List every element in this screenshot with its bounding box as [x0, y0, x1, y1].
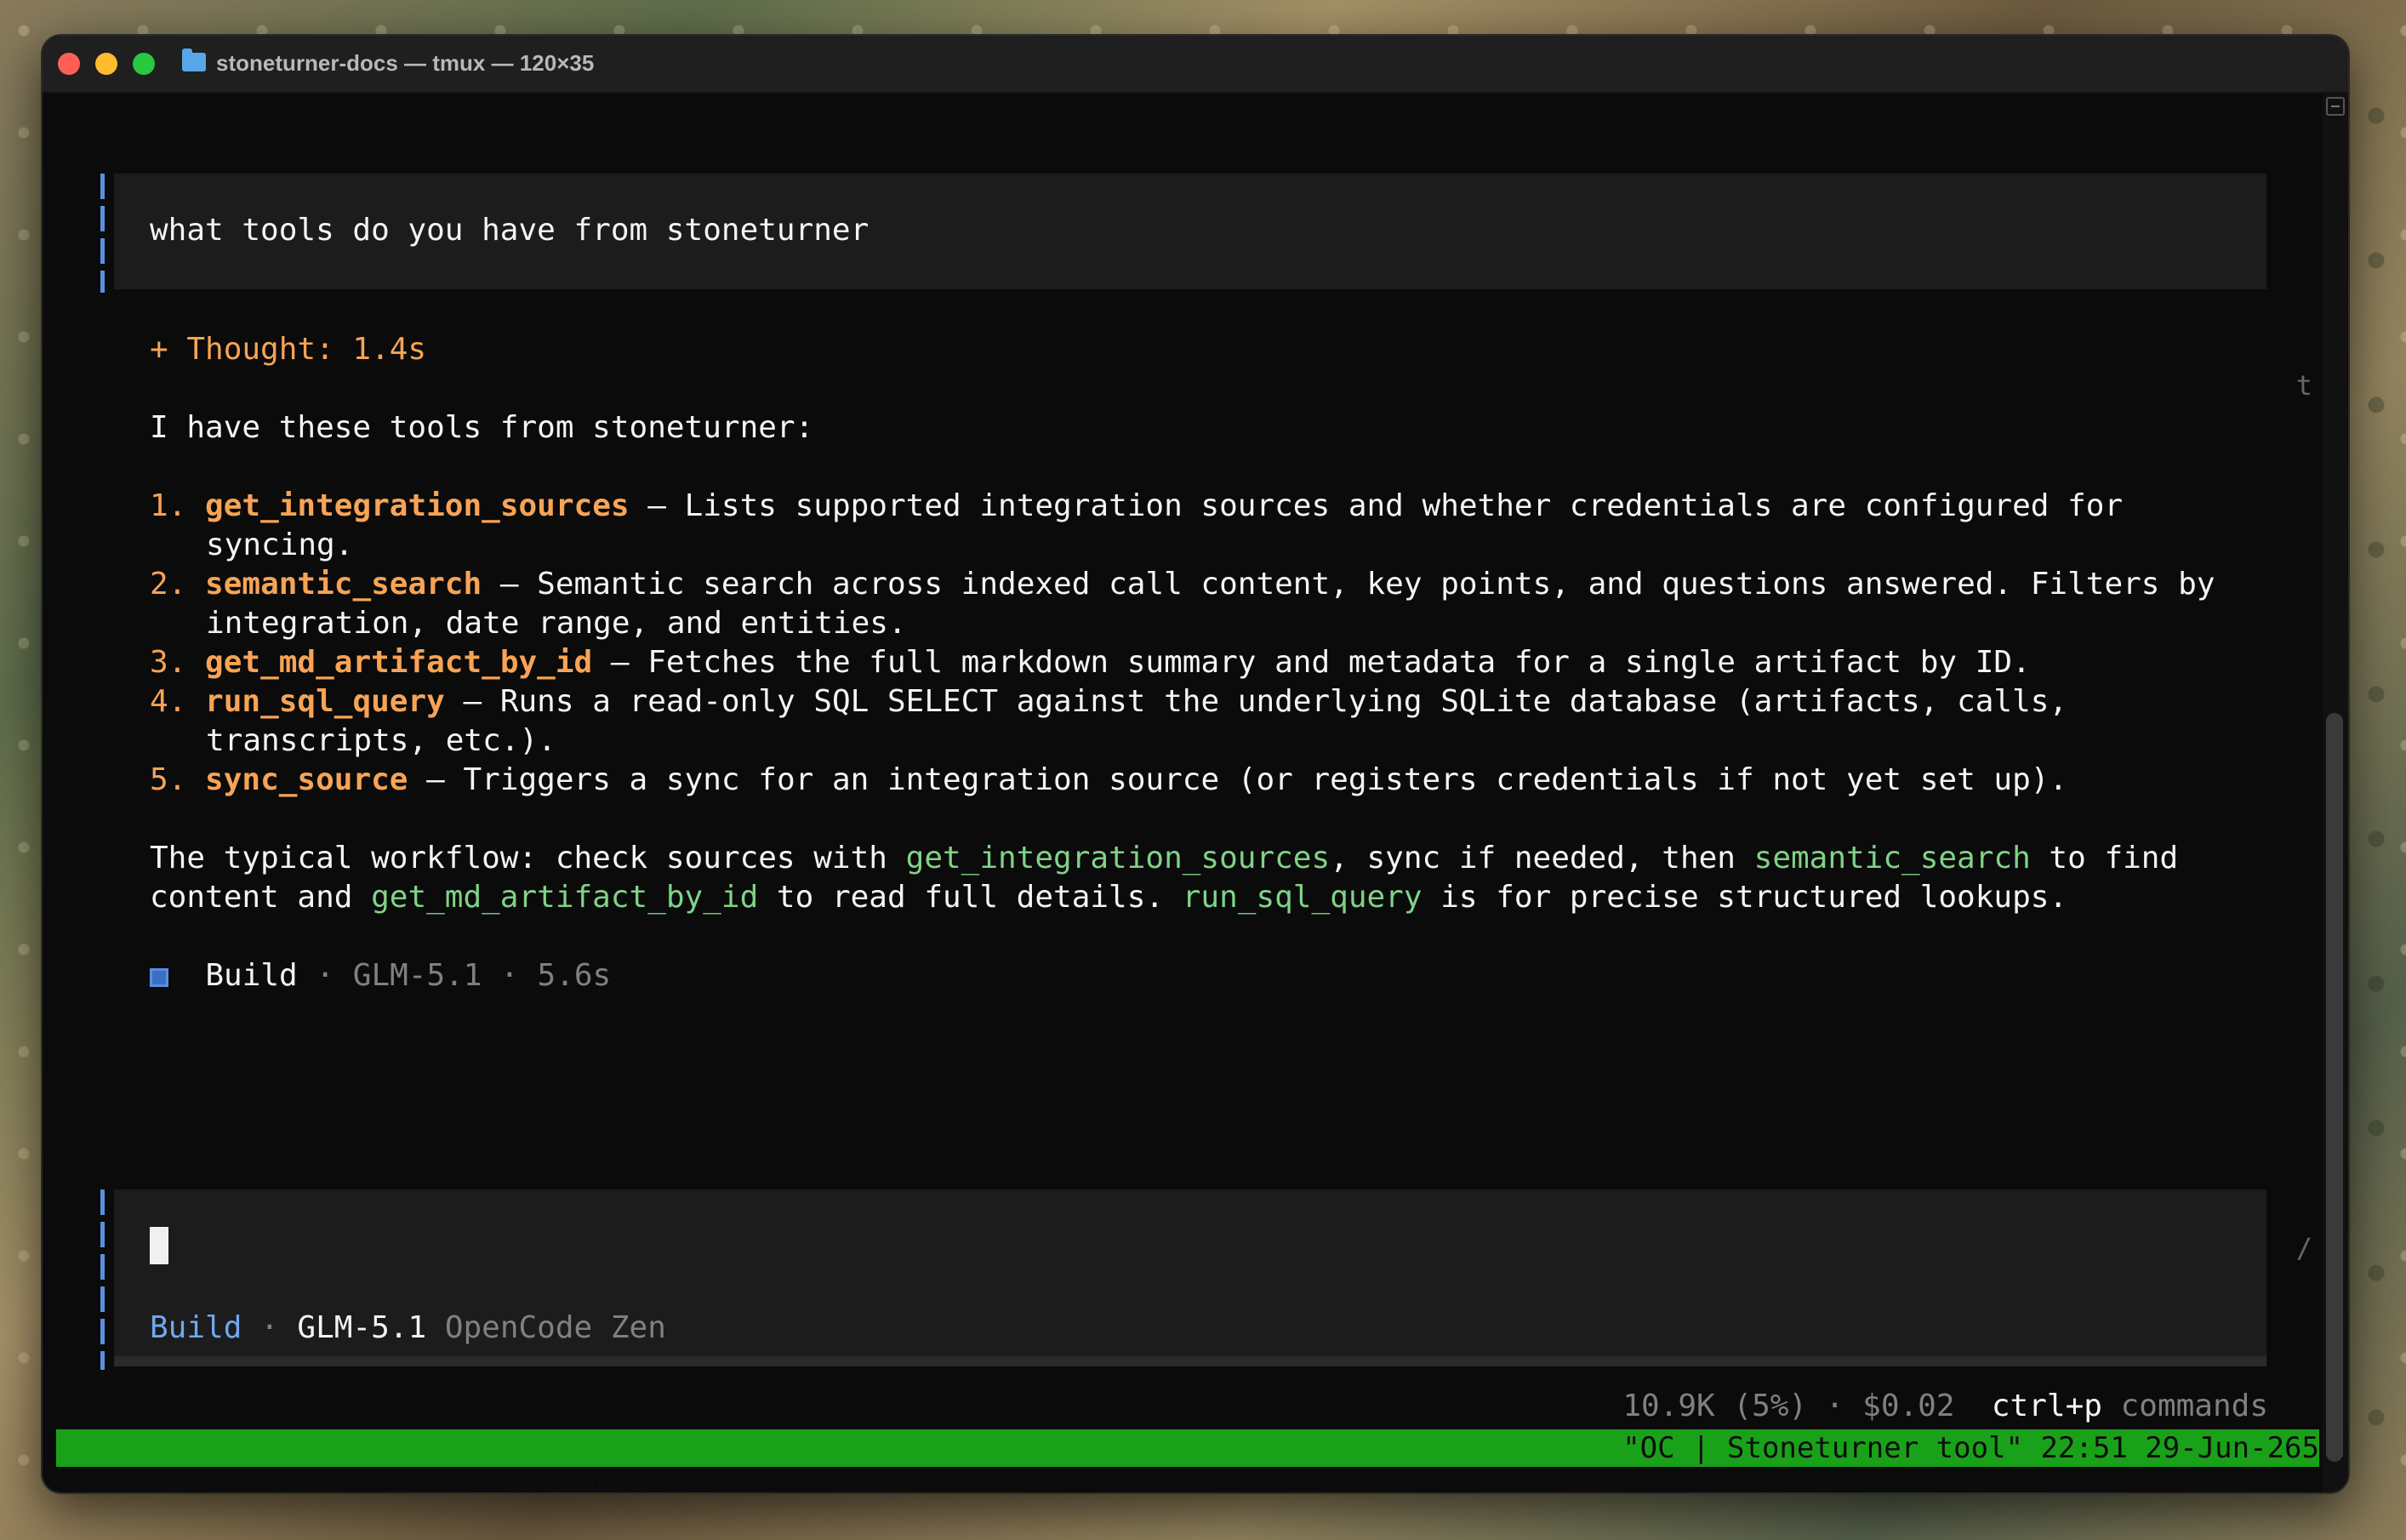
zoom-button[interactable] — [133, 53, 155, 75]
close-button[interactable] — [58, 53, 80, 75]
workflow-line-1: The typical workflow: check sources with… — [150, 841, 2179, 876]
mode-selector[interactable]: Build — [150, 1310, 242, 1345]
tool-name: run_sql_query — [205, 684, 445, 719]
terminal-content[interactable]: what tools do you have from stoneturner … — [43, 92, 2348, 1492]
provider-label: OpenCode Zen — [444, 1310, 666, 1345]
input-underline — [114, 1356, 2266, 1366]
list-item: 1. get_integration_sources — Lists suppo… — [150, 488, 2124, 523]
thought-toggle[interactable]: + Thought: 1.4s — [150, 330, 426, 369]
list-item: 2. semantic_search — Semantic search acr… — [150, 567, 2215, 602]
scrollbar-thumb[interactable] — [2326, 713, 2343, 1462]
text-cursor — [150, 1227, 168, 1264]
list-item-continuation: transcripts, etc.). — [206, 723, 556, 758]
usage-info: 10.9K (5%) · $0.02 ctrl+p commands — [1622, 1389, 2268, 1423]
cost: $0.02 — [1862, 1389, 1955, 1423]
scrollbar[interactable] — [2323, 92, 2348, 1492]
edge-char-top: t — [2295, 369, 2312, 402]
tmux-window-list[interactable]: [0] 0:nvim- 1:node 2:opencode* — [161, 1469, 701, 1492]
folder-icon — [182, 48, 206, 71]
window-title: stoneturner-docs — tmux — 120×35 — [216, 50, 595, 76]
inline-code: run_sql_query — [1182, 880, 1423, 915]
tool-name: get_integration_sources — [205, 488, 630, 523]
build-square-icon — [150, 968, 168, 987]
inline-code: get_md_artifact_by_id — [371, 880, 759, 915]
scroll-menu-icon[interactable] — [2326, 97, 2345, 116]
build-meta: Build · GLM-5.1 · 5.6s — [150, 956, 611, 995]
tmux-status-right: "OC | Stoneturner tool" 22:51 29-Jun-265 — [1622, 1431, 2319, 1465]
list-item: 5. sync_source — Triggers a sync for an … — [150, 762, 2068, 797]
shortcut-key: ctrl+p — [1991, 1389, 2102, 1423]
input-accent-bar — [100, 1189, 105, 1370]
input-footer: Build · GLM-5.1 OpenCode Zen — [150, 1310, 666, 1345]
list-item-continuation: syncing. — [206, 528, 354, 562]
inline-code: semantic_search — [1753, 841, 2031, 876]
tmux-status-bar: [0] 0:nvim- 1:node 2:opencode* "OC | Sto… — [56, 1429, 2319, 1492]
title-bar: stoneturner-docs — tmux — 120×35 — [43, 36, 2348, 94]
tool-name: get_md_artifact_by_id — [205, 645, 593, 680]
edge-char-bottom: / — [2295, 1232, 2312, 1264]
inline-code: get_integration_sources — [905, 841, 1331, 876]
list-item: 3. get_md_artifact_by_id — Fetches the f… — [150, 645, 2031, 680]
minimize-button[interactable] — [95, 53, 117, 75]
token-usage: 10.9K (5%) — [1622, 1389, 1808, 1423]
answer-intro: I have these tools from stoneturner: — [150, 410, 814, 445]
list-item-continuation: integration, date range, and entities. — [206, 606, 907, 641]
terminal-window: stoneturner-docs — tmux — 120×35 what to… — [41, 34, 2350, 1494]
list-item: 4. run_sql_query — Runs a read-only SQL … — [150, 684, 2068, 719]
user-prompt-text: what tools do you have from stoneturner — [150, 213, 869, 248]
model-selector[interactable]: GLM-5.1 — [297, 1310, 426, 1345]
workflow-line-2: content and get_md_artifact_by_id to rea… — [150, 880, 2068, 915]
tool-name: sync_source — [205, 762, 408, 797]
tool-name: semantic_search — [205, 567, 482, 602]
prompt-accent-bar — [100, 174, 105, 293]
